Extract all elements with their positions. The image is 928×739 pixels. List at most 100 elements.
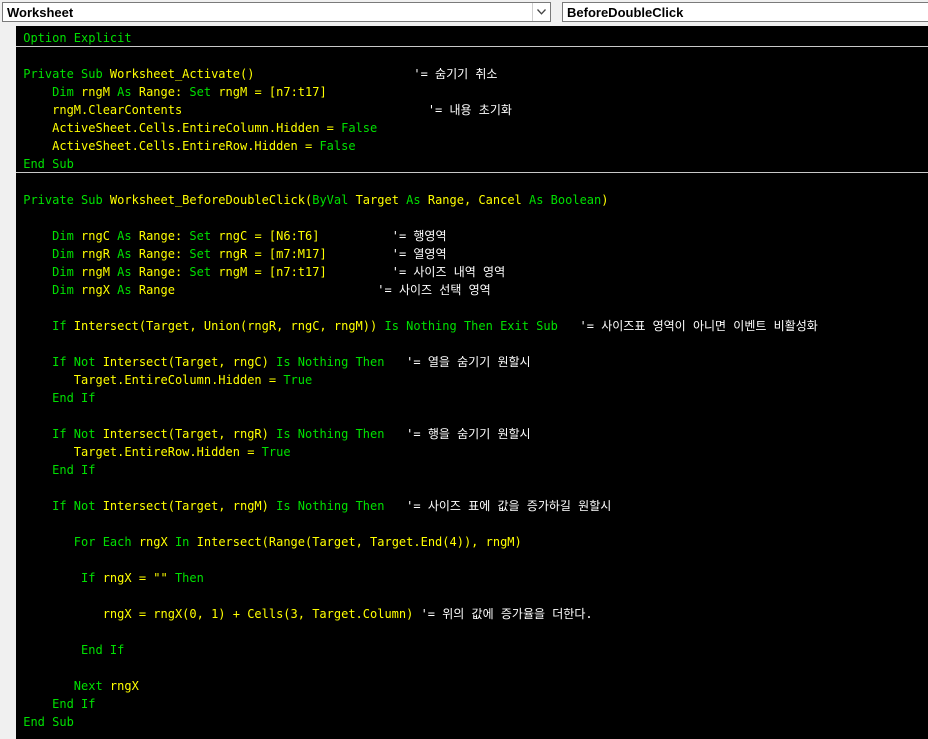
code-line[interactable]: rngX = rngX(0, 1) + Cells(3, Target.Colu…: [16, 605, 928, 623]
code-line[interactable]: Target.EntireColumn.Hidden = True: [16, 371, 928, 389]
code-keyword: Dim: [16, 247, 82, 261]
code-keyword: True: [261, 445, 291, 459]
code-text: rngR: [81, 247, 118, 261]
code-line[interactable]: End If: [16, 695, 928, 713]
code-comment: '= 숨기기 취소: [413, 67, 498, 81]
chevron-down-icon: [537, 9, 546, 15]
code-comment: '= 위의 값에 증가율을 더한다.: [420, 607, 593, 621]
code-comment: '= 행영역: [391, 229, 447, 243]
code-keyword: End If: [16, 697, 96, 711]
code-keyword: As: [117, 85, 139, 99]
object-dropdown-button[interactable]: [532, 3, 550, 21]
code-text: ActiveSheet.Cells.EntireColumn.Hidden =: [16, 121, 342, 135]
code-line[interactable]: [16, 407, 928, 425]
code-line[interactable]: [16, 551, 928, 569]
code-line[interactable]: Dim rngM As Range: Set rngM = [n7:t17]: [16, 83, 928, 101]
code-keyword: Is Nothing Then: [276, 427, 385, 441]
code-line[interactable]: If Not Intersect(Target, rngC) Is Nothin…: [16, 353, 928, 371]
code-keyword: As: [406, 193, 428, 207]
code-line[interactable]: If Intersect(Target, Union(rngR, rngC, r…: [16, 317, 928, 335]
code-line[interactable]: Private Sub Worksheet_Activate() '= 숨기기 …: [16, 65, 928, 83]
code-text: rngM: [81, 85, 118, 99]
code-text: ): [601, 193, 609, 207]
code-line[interactable]: End If: [16, 641, 928, 659]
code-line[interactable]: Dim rngR As Range: Set rngR = [m7:M17] '…: [16, 245, 928, 263]
procedure-dropdown-value: BeforeDoubleClick: [567, 5, 684, 20]
code-text: Intersect(Target, Union(rngR, rngC, rngM…: [73, 319, 385, 333]
code-line[interactable]: Dim rngM As Range: Set rngM = [n7:t17] '…: [16, 263, 928, 281]
code-line[interactable]: Dim rngX As Range '= 사이즈 선택 영역: [16, 281, 928, 299]
code-line[interactable]: Private Sub Worksheet_BeforeDoubleClick(…: [16, 191, 928, 209]
code-text: Intersect(Target, rngM): [102, 499, 277, 513]
code-line[interactable]: Target.EntireRow.Hidden = True: [16, 443, 928, 461]
code-line[interactable]: End Sub: [16, 155, 928, 173]
object-dropdown[interactable]: Worksheet: [2, 2, 551, 22]
code-line[interactable]: End Sub: [16, 713, 928, 731]
code-line[interactable]: Dim rngC As Range: Set rngC = [N6:T6] '=…: [16, 227, 928, 245]
code-keyword: In: [174, 535, 197, 549]
code-line[interactable]: For Each rngX In Intersect(Range(Target,…: [16, 533, 928, 551]
code-comment: '= 사이즈 선택 영역: [377, 283, 491, 297]
code-text: rngX: [109, 679, 139, 693]
procedure-separator: [16, 46, 928, 47]
code-line[interactable]: ActiveSheet.Cells.EntireColumn.Hidden = …: [16, 119, 928, 137]
code-line[interactable]: [16, 659, 928, 677]
code-line[interactable]: [16, 515, 928, 533]
code-text: Range:: [138, 85, 190, 99]
code-text: Target.EntireColumn.Hidden =: [16, 373, 284, 387]
code-line[interactable]: If Not Intersect(Target, rngM) Is Nothin…: [16, 497, 928, 515]
code-line[interactable]: [16, 47, 928, 65]
code-line[interactable]: [16, 299, 928, 317]
code-keyword: Private Sub: [16, 193, 110, 207]
code-text: Target: [355, 193, 407, 207]
code-comment: '= 행을 숨기기 원할시: [406, 427, 531, 441]
code-line[interactable]: [16, 209, 928, 227]
code-line[interactable]: If rngX = "" Then: [16, 569, 928, 587]
code-keyword: If Not: [16, 355, 103, 369]
code-keyword: False: [319, 139, 356, 153]
code-text: Intersect(Range(Target, Target.End(4)), …: [196, 535, 522, 549]
code-line[interactable]: [16, 623, 928, 641]
code-line[interactable]: [16, 173, 928, 191]
code-keyword: Is Nothing Then: [276, 355, 385, 369]
code-line[interactable]: End If: [16, 461, 928, 479]
code-text: Range: [138, 283, 378, 297]
code-text: Worksheet_BeforeDoubleClick(: [109, 193, 313, 207]
code-text: rngM.ClearContents: [16, 103, 428, 117]
code-text: rngR = [m7:M17]: [218, 247, 392, 261]
code-keyword: Then: [174, 571, 204, 585]
code-text: rngX: [138, 535, 175, 549]
code-text: Worksheet_Activate(): [109, 67, 414, 81]
code-line[interactable]: [16, 335, 928, 353]
code-text: Range:: [138, 265, 190, 279]
code-keyword: Dim: [16, 265, 82, 279]
code-line[interactable]: rngM.ClearContents '= 내용 초기화: [16, 101, 928, 119]
code-text: rngM = [n7:t17]: [218, 85, 327, 99]
code-keyword: As Boolean: [529, 193, 602, 207]
code-line[interactable]: [16, 479, 928, 497]
code-keyword: False: [341, 121, 378, 135]
code-keyword: If: [16, 319, 74, 333]
code-keyword: Is Nothing Then Exit Sub: [384, 319, 558, 333]
code-text: rngM: [81, 265, 118, 279]
code-keyword: Next: [16, 679, 110, 693]
code-line[interactable]: End If: [16, 389, 928, 407]
code-line[interactable]: If Not Intersect(Target, rngR) Is Nothin…: [16, 425, 928, 443]
code-keyword: End Sub: [16, 715, 74, 729]
code-text: Range, Cancel: [427, 193, 529, 207]
code-keyword: Dim: [16, 85, 82, 99]
code-keyword: End If: [16, 391, 96, 405]
margin-indicator-bar[interactable]: [0, 26, 16, 739]
code-line[interactable]: [16, 587, 928, 605]
code-line[interactable]: Next rngX: [16, 677, 928, 695]
code-editor[interactable]: Option Explicit Private Sub Worksheet_Ac…: [0, 26, 928, 739]
code-text: rngM = [n7:t17]: [218, 265, 392, 279]
code-line[interactable]: Option Explicit: [16, 29, 928, 47]
code-text: ActiveSheet.Cells.EntireRow.Hidden =: [16, 139, 320, 153]
code-keyword: If: [16, 571, 103, 585]
code-area[interactable]: Option Explicit Private Sub Worksheet_Ac…: [16, 26, 928, 739]
code-keyword: As: [117, 283, 139, 297]
code-line[interactable]: ActiveSheet.Cells.EntireRow.Hidden = Fal…: [16, 137, 928, 155]
procedure-dropdown[interactable]: BeforeDoubleClick: [562, 2, 928, 22]
